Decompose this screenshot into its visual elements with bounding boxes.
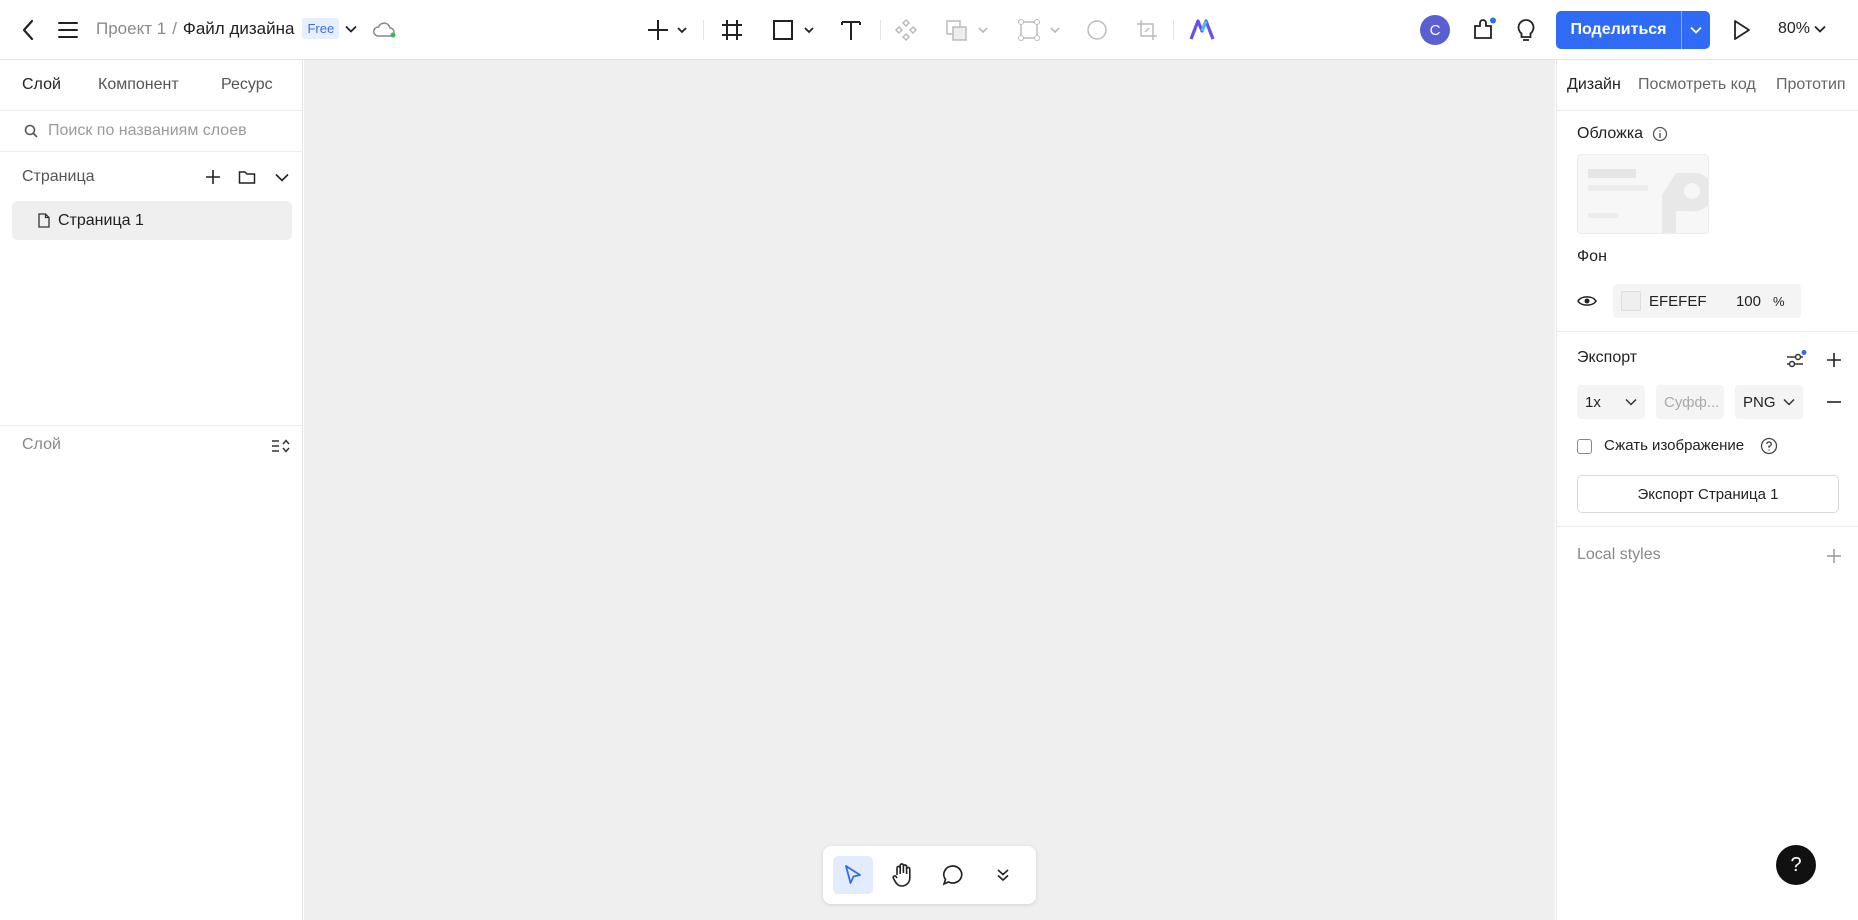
file-name[interactable]: Файл дизайна xyxy=(183,19,295,39)
format-value: PNG xyxy=(1743,393,1776,411)
user-avatar[interactable]: C xyxy=(1420,15,1450,45)
top-toolbar: Проект 1 / Файл дизайна Free C Поделитьс… xyxy=(0,0,1858,60)
right-panel: Дизайн Посмотреть код Прототип Обложка Ф… xyxy=(1556,60,1858,920)
boolean-icon[interactable] xyxy=(942,16,994,44)
export-label: Экспорт xyxy=(1577,349,1638,366)
chevron-down-icon xyxy=(1783,398,1795,406)
search-input[interactable]: Поиск по названиям слоев xyxy=(48,122,247,140)
layers-title: Слой xyxy=(22,436,61,453)
divider xyxy=(1557,110,1858,111)
tab-components[interactable]: Компонент xyxy=(98,76,179,94)
scale-select[interactable]: 1x xyxy=(1577,385,1645,419)
chevron-down-icon xyxy=(1625,398,1637,406)
cloud-sync-icon[interactable] xyxy=(370,18,398,42)
page-file-icon xyxy=(38,213,50,228)
insert-plus-icon[interactable] xyxy=(642,16,694,44)
export-page-button-label: Экспорт Страница 1 xyxy=(1637,485,1779,503)
hand-tool-icon[interactable] xyxy=(883,856,923,894)
tab-view-code[interactable]: Посмотреть код xyxy=(1638,76,1756,94)
pages-title: Страница xyxy=(22,168,95,185)
format-select[interactable]: PNG xyxy=(1735,385,1803,419)
comment-tool-icon[interactable] xyxy=(933,856,973,894)
toolbar-divider xyxy=(703,20,704,40)
layer-search[interactable]: Поиск по названиям слоев xyxy=(0,110,302,152)
mask-icon[interactable] xyxy=(1083,16,1111,44)
suffix-input[interactable]: Суфф... xyxy=(1656,385,1724,419)
breadcrumb-project[interactable]: Проект 1 xyxy=(96,19,166,39)
page-item[interactable]: Страница 1 xyxy=(12,201,292,240)
toolbar-divider xyxy=(1173,20,1174,40)
move-tool-icon[interactable] xyxy=(833,856,873,894)
chevron-down-icon[interactable] xyxy=(1681,11,1710,49)
chevron-down-icon[interactable] xyxy=(345,25,357,33)
local-styles-label: Local styles xyxy=(1577,546,1661,563)
back-arrow-icon[interactable] xyxy=(14,16,42,44)
chevron-down-icon[interactable] xyxy=(269,164,295,190)
lightbulb-icon[interactable] xyxy=(1512,16,1540,44)
help-button[interactable]: ? xyxy=(1776,845,1816,885)
compress-label: Сжать изображение xyxy=(1604,437,1745,454)
tab-assets[interactable]: Ресурс xyxy=(221,76,273,94)
background-color-field[interactable]: EFEFEF 100 % xyxy=(1613,284,1801,318)
folder-icon[interactable] xyxy=(234,164,260,190)
tab-prototype[interactable]: Прототип xyxy=(1776,76,1846,94)
help-button-label: ? xyxy=(1790,853,1802,876)
chevron-double-down-icon[interactable] xyxy=(983,856,1023,894)
add-export-icon[interactable] xyxy=(1821,347,1847,373)
share-button-label: Поделиться xyxy=(1570,21,1667,38)
menu-icon[interactable] xyxy=(54,16,82,44)
zoom-control[interactable]: 80% xyxy=(1778,20,1826,38)
search-icon xyxy=(24,124,38,138)
divider xyxy=(1557,526,1858,527)
export-settings-icon[interactable] xyxy=(1783,347,1809,373)
cover-label: Обложка xyxy=(1577,125,1644,142)
cover-thumbnail[interactable] xyxy=(1577,154,1709,234)
sort-layers-icon[interactable] xyxy=(268,433,294,459)
frame-tool-icon[interactable] xyxy=(718,16,746,44)
play-prototype-icon[interactable] xyxy=(1727,16,1755,44)
bg-opacity-value[interactable]: 100 xyxy=(1727,293,1761,310)
component-icon[interactable] xyxy=(892,16,920,44)
eye-icon[interactable] xyxy=(1576,290,1598,312)
rectangle-tool-icon[interactable] xyxy=(768,16,820,44)
bg-opacity-unit: % xyxy=(1773,293,1785,309)
bottom-toolbar xyxy=(823,846,1036,904)
design-canvas[interactable] xyxy=(304,60,1555,920)
help-circle-icon[interactable] xyxy=(1760,437,1778,455)
tab-layers[interactable]: Слой xyxy=(22,76,61,94)
compress-checkbox[interactable] xyxy=(1577,439,1592,454)
bg-hex-value[interactable]: EFEFEF xyxy=(1649,293,1727,310)
breadcrumb: Проект 1 / Файл дизайна Free xyxy=(96,18,357,39)
plan-badge: Free xyxy=(302,18,340,39)
vector-edit-icon[interactable] xyxy=(1014,16,1066,44)
divider xyxy=(1557,331,1858,332)
crop-icon[interactable] xyxy=(1133,16,1161,44)
toolbar-divider xyxy=(880,20,881,40)
info-icon[interactable] xyxy=(1651,125,1669,143)
remove-export-icon[interactable] xyxy=(1821,389,1847,415)
breadcrumb-separator: / xyxy=(172,18,177,38)
background-label: Фон xyxy=(1577,248,1607,265)
export-page-button[interactable]: Экспорт Страница 1 xyxy=(1577,475,1839,513)
plugins-icon[interactable] xyxy=(1470,16,1498,44)
text-tool-icon[interactable] xyxy=(837,16,865,44)
suffix-placeholder: Суфф... xyxy=(1664,393,1720,411)
chevron-down-icon xyxy=(1814,25,1826,33)
add-page-icon[interactable] xyxy=(200,164,226,190)
ai-plugin-icon[interactable] xyxy=(1188,16,1216,44)
page-item-label: Страница 1 xyxy=(58,211,144,229)
tab-design[interactable]: Дизайн xyxy=(1567,76,1621,94)
left-panel: Слой Компонент Ресурс Поиск по названиям… xyxy=(0,60,303,920)
share-button[interactable]: Поделиться xyxy=(1556,11,1710,49)
color-swatch[interactable] xyxy=(1621,291,1641,311)
scale-value: 1x xyxy=(1585,393,1601,411)
add-style-icon[interactable] xyxy=(1821,543,1847,569)
layers-section-header: Слой xyxy=(0,425,302,464)
zoom-value: 80% xyxy=(1778,20,1811,37)
